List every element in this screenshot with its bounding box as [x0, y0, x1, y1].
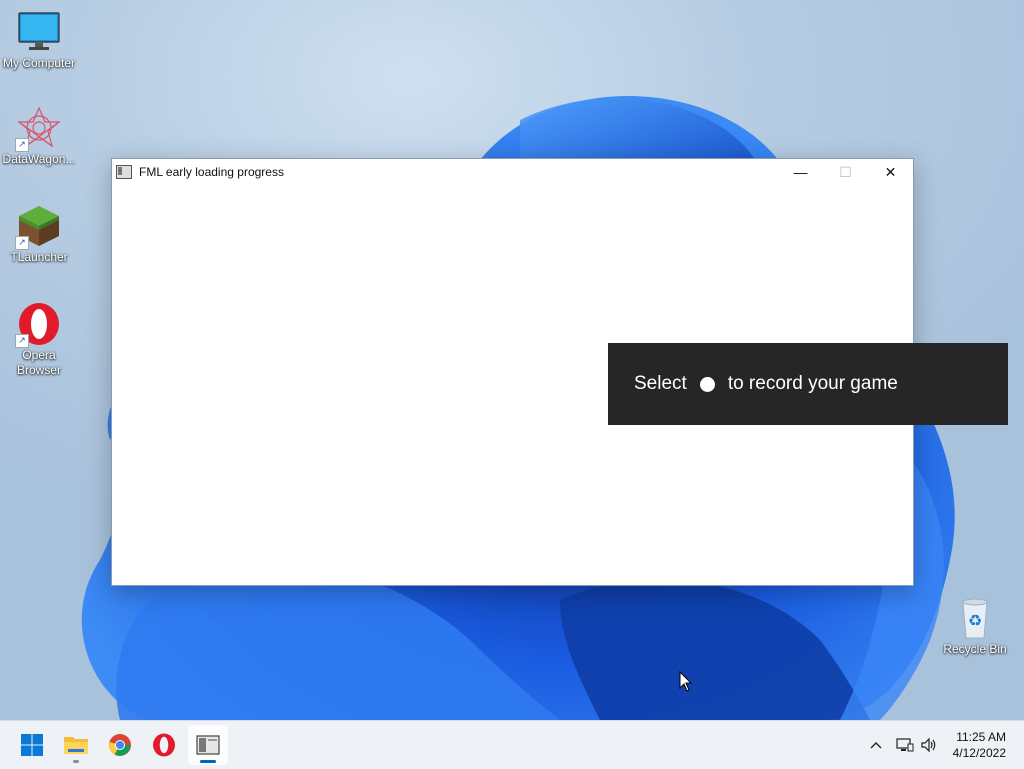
desktop-icon-label: My Computer — [2, 56, 76, 70]
taskbar-start-button[interactable] — [12, 725, 52, 765]
toast-suffix: to record your game — [727, 373, 898, 394]
desktop-icon-opera[interactable]: ↗ Opera Browser — [0, 302, 78, 378]
taskbar-active-indicator — [200, 760, 216, 763]
record-dot-icon — [699, 376, 715, 392]
recycle-bin-icon: ♻ — [953, 596, 997, 640]
desktop-icon-tlauncher[interactable]: ↗ TLauncher — [0, 204, 78, 265]
windows-start-icon — [21, 734, 43, 756]
datawagon-icon: ↗ — [15, 106, 61, 152]
clock-date: 4/12/2022 — [952, 746, 1006, 760]
window-title: FML early loading progress — [139, 165, 284, 179]
taskbar-file-explorer-button[interactable] — [56, 725, 96, 765]
toast-prefix: Select — [634, 373, 687, 394]
desktop-icon-recycle-bin[interactable]: ♻ Recycle Bin — [936, 596, 1014, 657]
shortcut-arrow-icon: ↗ — [15, 236, 29, 250]
monitor-icon — [17, 10, 61, 54]
desktop-icon-my-computer[interactable]: My Computer — [0, 10, 78, 71]
window-app-icon — [116, 165, 132, 179]
taskbar-chrome-button[interactable] — [100, 725, 140, 765]
opera-icon: ↗ — [15, 302, 61, 348]
mouse-cursor-icon — [679, 670, 693, 698]
show-desktop-button[interactable] — [1018, 721, 1024, 769]
taskbar-fml-window-button[interactable] — [188, 725, 228, 765]
folder-icon — [64, 737, 88, 754]
desktop-icon-label: Recycle Bin — [943, 642, 1007, 656]
chrome-icon — [109, 734, 131, 756]
taskbar: 11:25 AM 4/12/2022 — [0, 720, 1024, 769]
window-titlebar[interactable]: FML early loading progress — ☐ ✕ — [112, 159, 913, 185]
speaker-icon[interactable] — [918, 737, 940, 753]
network-icon[interactable] — [892, 737, 918, 753]
desktop-icon-label: Opera Browser — [16, 348, 61, 377]
close-button[interactable]: ✕ — [868, 159, 913, 185]
window-app-icon — [196, 735, 220, 755]
system-tray — [866, 721, 940, 769]
desktop-icon-datawagon[interactable]: ↗ DataWagon... — [0, 106, 78, 167]
window-controls: — ☐ ✕ — [778, 159, 913, 185]
chevron-up-icon[interactable] — [866, 741, 886, 749]
taskbar-clock[interactable]: 11:25 AM 4/12/2022 — [953, 729, 1006, 761]
minecraft-grass-block-icon: ↗ — [15, 204, 61, 250]
shortcut-arrow-icon: ↗ — [15, 334, 29, 348]
desktop-icon-label: TLauncher — [10, 250, 68, 264]
svg-text:♻: ♻ — [968, 611, 982, 630]
shortcut-arrow-icon: ↗ — [15, 138, 29, 152]
desktop-icon-label: DataWagon... — [2, 152, 76, 166]
maximize-button[interactable]: ☐ — [823, 159, 868, 185]
taskbar-opera-button[interactable] — [144, 725, 184, 765]
clock-time: 11:25 AM — [956, 730, 1006, 744]
opera-icon — [153, 733, 175, 757]
record-game-toast[interactable]: Select to record your game — [608, 343, 1008, 425]
taskbar-running-indicator — [73, 760, 79, 763]
minimize-button[interactable]: — — [778, 159, 823, 185]
